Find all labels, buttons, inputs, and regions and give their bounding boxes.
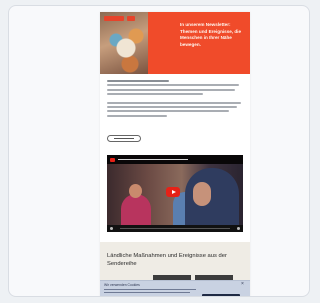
volume-icon[interactable] [110,227,113,230]
cookie-banner: Wir verwenden Cookies × [100,280,250,296]
preview-card: In unserem Newsletter: Themen und Ereign… [8,5,310,297]
text-line [107,110,229,113]
cookie-text-line [104,289,196,291]
text-line [107,88,235,91]
intro-heading-line [107,80,169,82]
hero-photo [100,12,148,74]
cookie-text-line [104,292,190,294]
related-section-title: Ländliche Maßnahmen und Ereignisse aus d… [107,253,227,267]
hero-panel: In unserem Newsletter: Themen und Ereign… [148,12,250,74]
text-line [107,105,237,108]
brand-logo[interactable] [104,16,124,21]
newsletter-page: In unserem Newsletter: Themen und Ereign… [100,12,250,296]
text-line [107,101,241,104]
fullscreen-icon[interactable] [237,227,240,230]
video-title-bar [107,155,243,164]
close-icon[interactable]: × [241,282,244,287]
text-line [107,114,167,117]
play-icon[interactable] [166,187,180,197]
channel-icon [110,157,115,162]
hero-headline: In unserem Newsletter: Themen und Ereign… [180,22,242,47]
text-line [107,84,239,87]
accept-cookies-button[interactable] [202,294,240,296]
progress-bar[interactable] [120,228,230,229]
read-more-button[interactable] [107,135,141,142]
intro-text [107,80,243,119]
cookie-banner-title: Wir verwenden Cookies [104,283,140,287]
video-player[interactable] [107,155,243,232]
text-line [107,93,203,96]
hero-banner: In unserem Newsletter: Themen und Ereign… [100,12,250,74]
video-title[interactable] [118,158,188,161]
menu-icon[interactable] [127,16,135,21]
video-controls [107,225,243,232]
